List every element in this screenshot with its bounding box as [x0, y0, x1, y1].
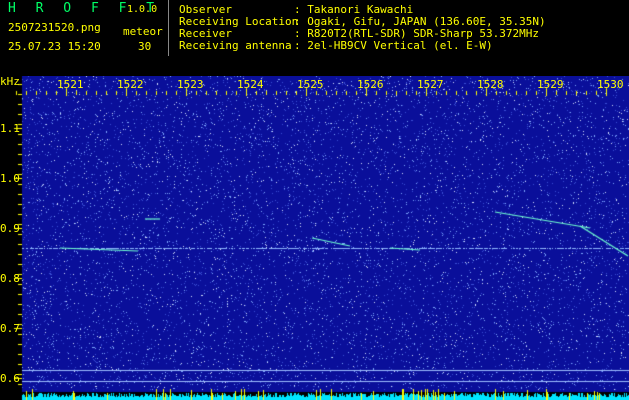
- filename-label: 2507231520.png: [8, 21, 101, 34]
- header-divider: [168, 0, 169, 56]
- y-tick-label: 0.9: [0, 222, 20, 235]
- y-tick-label: 0.7: [0, 322, 20, 335]
- meteor-count: 30: [138, 40, 152, 53]
- minute-label: 1527: [417, 78, 444, 91]
- meteor-label: meteor: [123, 25, 163, 38]
- minute-label: 1523: [177, 78, 204, 91]
- y-tick-label: 0.6: [0, 372, 20, 385]
- app-version: 1.0.0: [127, 4, 158, 15]
- minute-label: 1525: [297, 78, 324, 91]
- minute-label: 1528: [477, 78, 504, 91]
- minute-label: 1526: [357, 78, 384, 91]
- antenna-label: Receiving antenna: [179, 39, 292, 52]
- minute-label: 1524: [237, 78, 264, 91]
- header-panel: H R O F F T 1.0.0 2507231520.png meteor …: [0, 0, 629, 76]
- minute-label: 1522: [117, 78, 144, 91]
- minute-label: 1530: [597, 78, 624, 91]
- spectrogram-canvas: [0, 76, 629, 400]
- minute-label: 1521: [57, 78, 84, 91]
- y-tick-label: 1.0: [0, 172, 20, 185]
- minute-label: 1529: [537, 78, 564, 91]
- datetime-label: 25.07.23 15:20: [8, 40, 101, 53]
- y-tick-label: 1.1: [0, 122, 20, 135]
- antenna-value: : 2el-HB9CV Vertical (el. E-W): [294, 39, 493, 52]
- y-unit-label: kHz: [0, 75, 20, 88]
- y-tick-label: 0.8: [0, 272, 20, 285]
